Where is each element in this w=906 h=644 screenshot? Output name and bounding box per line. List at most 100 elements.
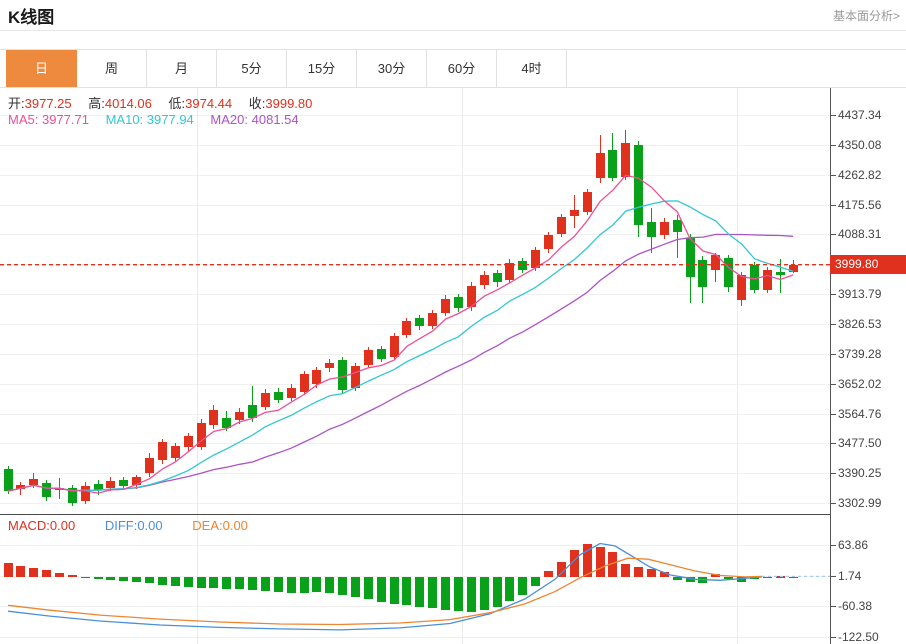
fundamental-analysis-link[interactable]: 基本面分析> <box>833 7 900 24</box>
candle <box>634 145 643 225</box>
macd-bar <box>235 577 244 589</box>
candle <box>557 217 566 234</box>
macd-value: 0.00 <box>50 518 75 533</box>
candle <box>132 477 141 485</box>
candle <box>711 255 720 270</box>
interval-tab-7[interactable]: 4时 <box>497 50 567 87</box>
candle <box>222 418 231 428</box>
candle <box>724 258 733 287</box>
macd-bar <box>647 569 656 577</box>
candle <box>698 260 707 287</box>
macd-bar <box>209 577 218 588</box>
low-value: 3974.44 <box>185 96 232 111</box>
interval-tab-5[interactable]: 30分 <box>357 50 427 87</box>
candle <box>686 238 695 277</box>
interval-tab-6[interactable]: 60分 <box>427 50 497 87</box>
dea-label: DEA: <box>192 518 222 533</box>
candle <box>763 270 772 290</box>
macd-bar <box>634 567 643 577</box>
axis-label: 3913.79 <box>838 287 881 301</box>
candle <box>377 349 386 358</box>
gridline <box>0 294 830 295</box>
axis-tick <box>830 324 836 325</box>
close-value: 3999.80 <box>265 96 312 111</box>
macd-bar <box>480 577 489 610</box>
macd-bar <box>724 577 733 579</box>
macd-bar <box>351 577 360 597</box>
axis-tick <box>830 414 836 415</box>
page-title: K线图 <box>8 3 54 28</box>
open-value: 3977.25 <box>25 96 72 111</box>
axis-tick <box>830 145 836 146</box>
macd-bar <box>608 552 617 577</box>
macd-label: MACD: <box>8 518 50 533</box>
candle <box>338 360 347 390</box>
price-axis <box>830 88 831 644</box>
diff-value: 0.00 <box>137 518 162 533</box>
gridline <box>737 88 738 514</box>
high-value: 4014.06 <box>105 96 152 111</box>
interval-tab-3[interactable]: 5分 <box>217 50 287 87</box>
interval-tab-4[interactable]: 15分 <box>287 50 357 87</box>
axis-label: 63.86 <box>838 538 868 552</box>
ma20-value: 4081.54 <box>252 112 299 127</box>
macd-bar <box>248 577 257 590</box>
candle <box>274 392 283 400</box>
chart-lines <box>0 88 906 644</box>
candle <box>81 486 90 500</box>
macd-bar <box>544 571 553 577</box>
macd-bar <box>312 577 321 592</box>
axis-label: 3564.76 <box>838 407 881 421</box>
candle <box>29 479 38 484</box>
candle <box>261 393 270 407</box>
kline-chart-area[interactable]: 开:3977.25 高:4014.06 低:3974.44 收:3999.80 … <box>0 88 906 644</box>
macd-bar <box>428 577 437 608</box>
ma5-label: MA5: <box>8 112 38 127</box>
macd-bar <box>274 577 283 592</box>
interval-tab-2[interactable]: 月 <box>147 50 217 87</box>
macd-bar <box>454 577 463 611</box>
interval-tab-1[interactable]: 周 <box>77 50 147 87</box>
gridline <box>0 473 830 474</box>
axis-label: 3826.53 <box>838 317 881 331</box>
candle <box>493 273 502 282</box>
axis-tick <box>830 234 836 235</box>
macd-bar <box>518 577 527 595</box>
interval-tab-0[interactable]: 日 <box>6 50 77 87</box>
macd-bar <box>119 577 128 581</box>
candle <box>608 150 617 178</box>
gridline <box>0 145 830 146</box>
gridline <box>0 545 830 546</box>
axis-label: 4437.34 <box>838 108 881 122</box>
low-label: 低: <box>169 96 186 111</box>
macd-bar <box>184 577 193 587</box>
candle <box>647 222 656 237</box>
macd-bar <box>158 577 167 585</box>
axis-label: 3302.99 <box>838 496 881 510</box>
axis-label: 4350.08 <box>838 138 881 152</box>
interval-tab-bar: 日周月5分15分30分60分4时 <box>0 49 906 88</box>
macd-bar <box>596 547 605 577</box>
axis-tick <box>830 354 836 355</box>
candle <box>428 313 437 325</box>
gridline <box>0 414 830 415</box>
candle <box>184 436 193 447</box>
macd-bar <box>338 577 347 595</box>
macd-bar <box>197 577 206 588</box>
axis-label: 1.74 <box>838 569 861 583</box>
axis-label: 4088.31 <box>838 227 881 241</box>
macd-bar <box>415 577 424 607</box>
candle <box>776 272 785 275</box>
candle <box>209 410 218 425</box>
gridline <box>0 503 830 504</box>
ma20-line <box>8 234 793 491</box>
gridline <box>0 234 830 235</box>
axis-label: -122.50 <box>838 630 879 644</box>
macd-bar <box>16 566 25 577</box>
gridline <box>0 175 830 176</box>
macd-bar <box>42 570 51 576</box>
candle <box>415 318 424 327</box>
candle <box>390 336 399 357</box>
macd-bar <box>4 563 13 577</box>
candle <box>325 363 334 368</box>
